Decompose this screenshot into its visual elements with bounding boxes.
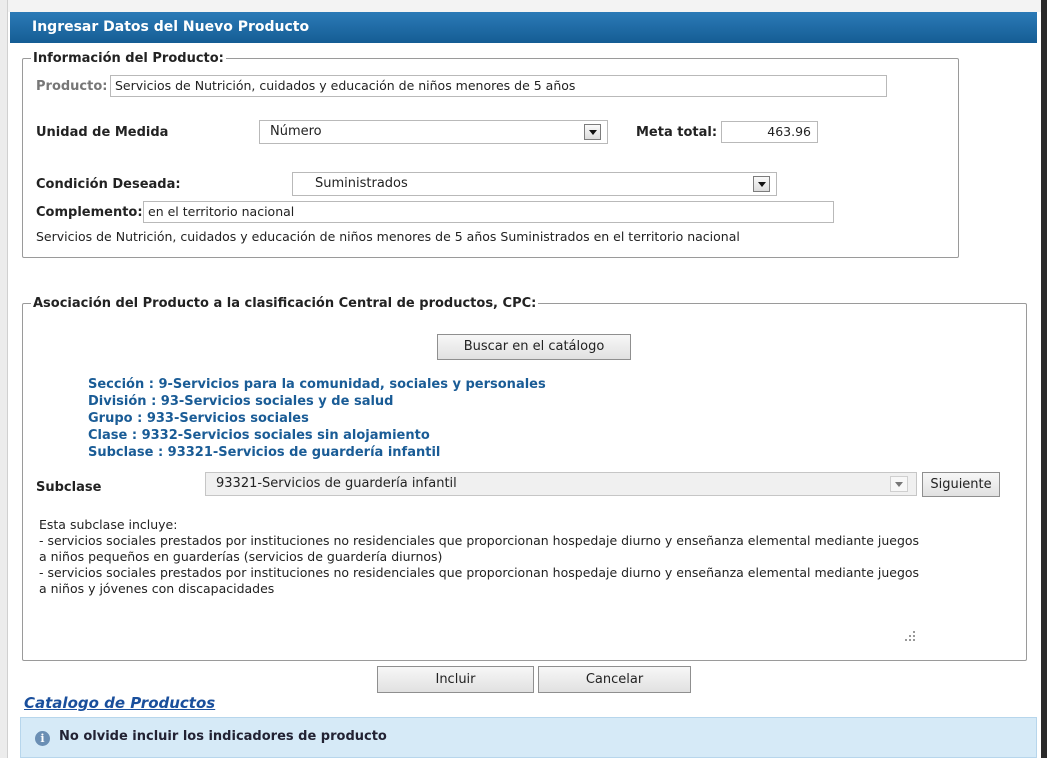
left-edge (0, 0, 8, 758)
chevron-down-icon[interactable] (753, 176, 770, 192)
product-summary: Servicios de Nutrición, cuidados y educa… (36, 229, 740, 244)
condicion-select-value: Suministrados (315, 176, 408, 191)
info-icon: i (35, 731, 50, 746)
chevron-down-icon[interactable] (584, 124, 601, 140)
include-button[interactable]: Incluir (377, 666, 534, 693)
subclase-description: Esta subclase incluye: - servicios socia… (39, 517, 920, 596)
dialog-title: Ingresar Datos del Nuevo Producto (10, 12, 1037, 43)
info-text: No olvide incluir los indicadores de pro… (59, 729, 387, 744)
cpc-subclase: Subclase : 93321-Servicios de guardería … (88, 445, 441, 460)
next-button[interactable]: Siguiente (922, 472, 1000, 497)
unidad-label: Unidad de Medida (36, 125, 169, 140)
cpc-division: División : 93-Servicios sociales y de sa… (88, 394, 394, 409)
cpc-grupo: Grupo : 933-Servicios sociales (88, 411, 309, 426)
condicion-select[interactable]: Suministrados (292, 172, 777, 196)
unidad-select-value: Número (270, 124, 322, 139)
unidad-select[interactable]: Número (259, 120, 608, 144)
cpc-clase: Clase : 9332-Servicios sociales sin aloj… (88, 428, 430, 443)
right-edge (1041, 0, 1047, 758)
complemento-input[interactable]: en el territorio nacional (143, 201, 834, 223)
meta-label: Meta total: (636, 125, 718, 140)
cancel-button[interactable]: Cancelar (538, 666, 691, 693)
cpc-legend: Asociación del Producto a la clasificaci… (33, 296, 537, 311)
top-strip (0, 0, 1047, 12)
dialog-body: Información del Producto: Producto: Serv… (10, 43, 1037, 758)
meta-input[interactable]: 463.96 (721, 121, 818, 143)
subclase-label: Subclase (36, 480, 102, 495)
complemento-label: Complemento: (36, 205, 143, 220)
cpc-seccion: Sección : 9-Servicios para la comunidad,… (88, 377, 546, 392)
condicion-label: Condición Deseada: (36, 177, 181, 192)
subclase-combo-value: 93321-Servicios de guardería infantil (216, 476, 457, 491)
producto-input[interactable]: Servicios de Nutrición, cuidados y educa… (110, 75, 887, 97)
chevron-down-icon[interactable] (890, 476, 908, 492)
search-catalog-button[interactable]: Buscar en el catálogo (437, 334, 631, 360)
subclase-combo[interactable]: 93321-Servicios de guardería infantil (205, 472, 917, 496)
cpc-hierarchy: Sección : 9-Servicios para la comunidad,… (88, 376, 546, 461)
info-bar: i No olvide incluir los indicadores de p… (20, 717, 1037, 758)
resize-grip-icon[interactable] (903, 631, 917, 645)
producto-legend: Información del Producto: (33, 51, 224, 66)
catalog-link[interactable]: Catalogo de Productos (24, 694, 215, 712)
producto-label: Producto: (36, 79, 108, 94)
